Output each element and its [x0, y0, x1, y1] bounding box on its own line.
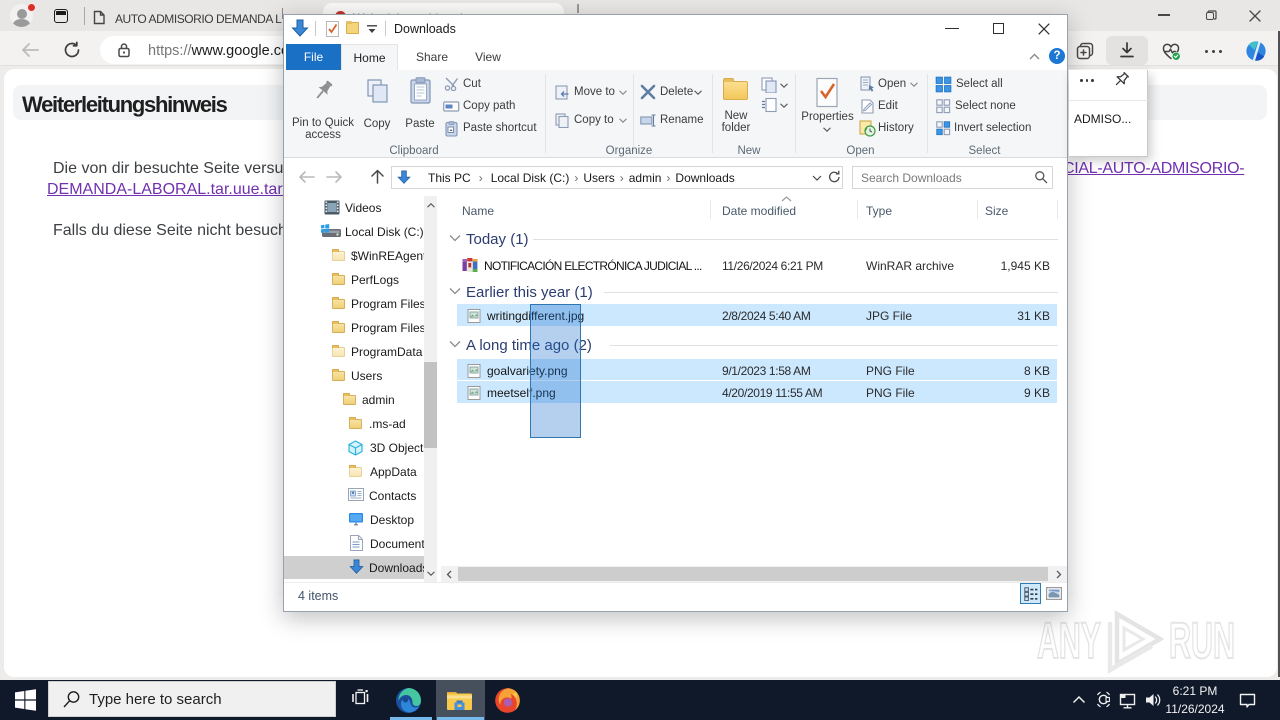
- svg-text:ANY: ANY: [1037, 612, 1101, 669]
- svg-text:RUN: RUN: [1169, 612, 1235, 669]
